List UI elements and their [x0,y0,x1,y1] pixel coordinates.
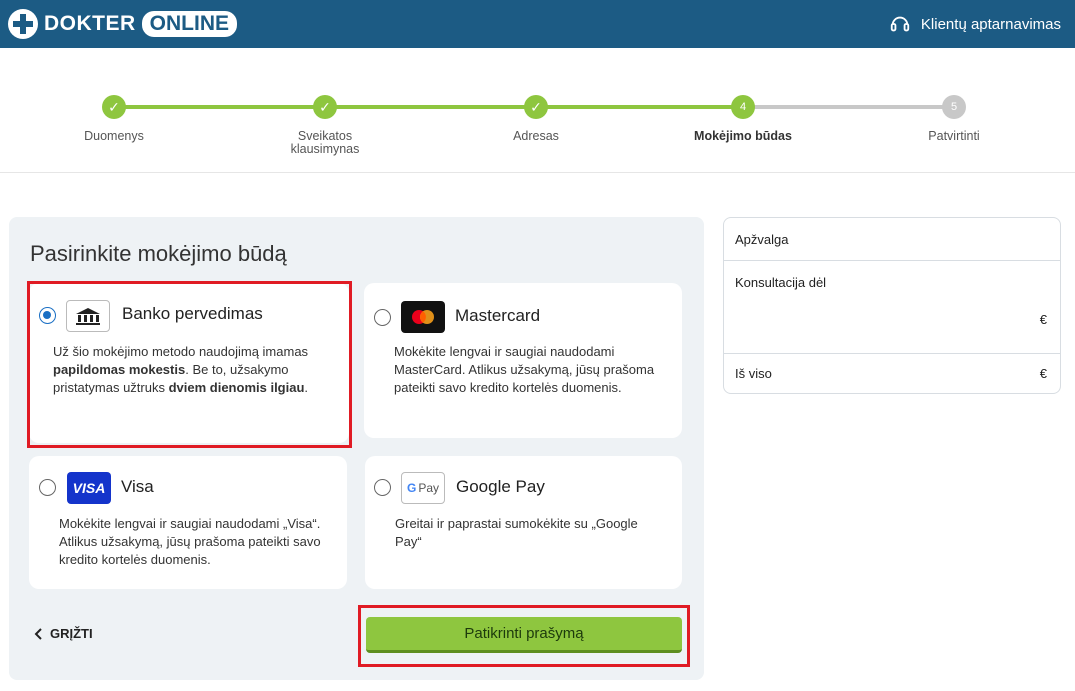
step-2-done-icon: ✓ [313,95,337,119]
payment-option-mastercard[interactable]: Mastercard Mokėkite lengvai ir saugiai n… [364,283,682,438]
visa-icon: VISA [67,472,111,504]
payment-title: Pasirinkite mokėjimo būdą [30,241,287,266]
step-connector-1 [114,105,325,109]
step-1-done-icon: ✓ [102,95,126,119]
bank-icon [66,300,110,332]
checkout-stepper: ✓ ✓ ✓ 4 5 Duomenys Sveikatos klausimynas… [0,48,1075,173]
step-1-label: Duomenys [84,129,144,143]
chevron-left-icon [34,627,42,640]
mastercard-description: Mokėkite lengvai ir saugiai naudodami Ma… [394,344,655,395]
step-4-label: Mokėjimo būdas [694,129,792,143]
mastercard-name: Mastercard [455,306,541,325]
payment-option-visa[interactable]: VISA Visa Mokėkite lengvai ir saugiai na… [29,456,347,589]
payment-method-panel: Pasirinkite mokėjimo būdą Banko pervedim… [9,217,704,680]
back-label: GRĮŽTI [50,626,93,641]
order-summary: Apžvalga Konsultacija dėl € Iš viso € [723,217,1061,394]
google-pay-description: Greitai ir paprastai sumokėkite su „Goog… [395,516,638,549]
mastercard-icon [401,301,445,333]
check-request-button[interactable]: Patikrinti prašymą [366,617,682,653]
step-connector-4 [743,105,954,109]
google-pay-radio[interactable] [374,479,391,496]
step-connector-3 [536,105,743,109]
visa-name: Visa [121,477,154,496]
total-price: € [1039,366,1047,381]
payment-option-bank-transfer[interactable]: Banko pervedimas Už šio mokėjimo metodo … [29,283,349,443]
visa-description: Mokėkite lengvai ir saugiai naudodami „V… [59,516,321,567]
step-connector-2 [325,105,536,109]
total-label: Iš viso [735,366,772,381]
google-pay-name: Google Pay [456,477,545,496]
top-bar: DOKTER ONLINE Klientų aptarnavimas [0,0,1075,48]
step-2-label: Sveikatos klausimynas [290,129,360,156]
bank-transfer-radio[interactable] [39,307,56,324]
summary-header: Apžvalga [724,218,1060,261]
logo-text-dokter: DOKTER [44,12,136,35]
logo[interactable]: DOKTER ONLINE [8,7,238,41]
consultation-price: € [1039,312,1047,327]
payment-option-google-pay[interactable]: G Pay Google Pay Greitai ir paprastai sum… [365,456,682,589]
customer-support-link[interactable]: Klientų aptarnavimas [889,10,1061,38]
support-label: Klientų aptarnavimas [920,15,1061,33]
google-pay-icon: G Pay [401,472,445,504]
consultation-label: Konsultacija dėl [735,275,827,290]
summary-title: Apžvalga [735,232,789,247]
step-3-label: Adresas [513,129,559,143]
mastercard-radio[interactable] [374,309,391,326]
step-4-marker: 4 [731,95,755,119]
step-3-done-icon: ✓ [524,95,548,119]
bank-transfer-name: Banko pervedimas [122,304,263,323]
back-button[interactable]: GRĮŽTI [33,626,93,641]
step-5-label: Patvirtinti [928,129,980,143]
bank-transfer-description: Už šio mokėjimo metodo naudojimą imamas … [53,344,309,395]
summary-consultation-row: Konsultacija dėl € [724,261,1060,354]
step-5-marker: 5 [942,95,966,119]
summary-total-row: Iš viso € [724,354,1060,393]
headset-icon [890,16,910,32]
logo-plus-icon [8,9,38,39]
visa-radio[interactable] [39,479,56,496]
logo-text-online: ONLINE [141,11,238,37]
